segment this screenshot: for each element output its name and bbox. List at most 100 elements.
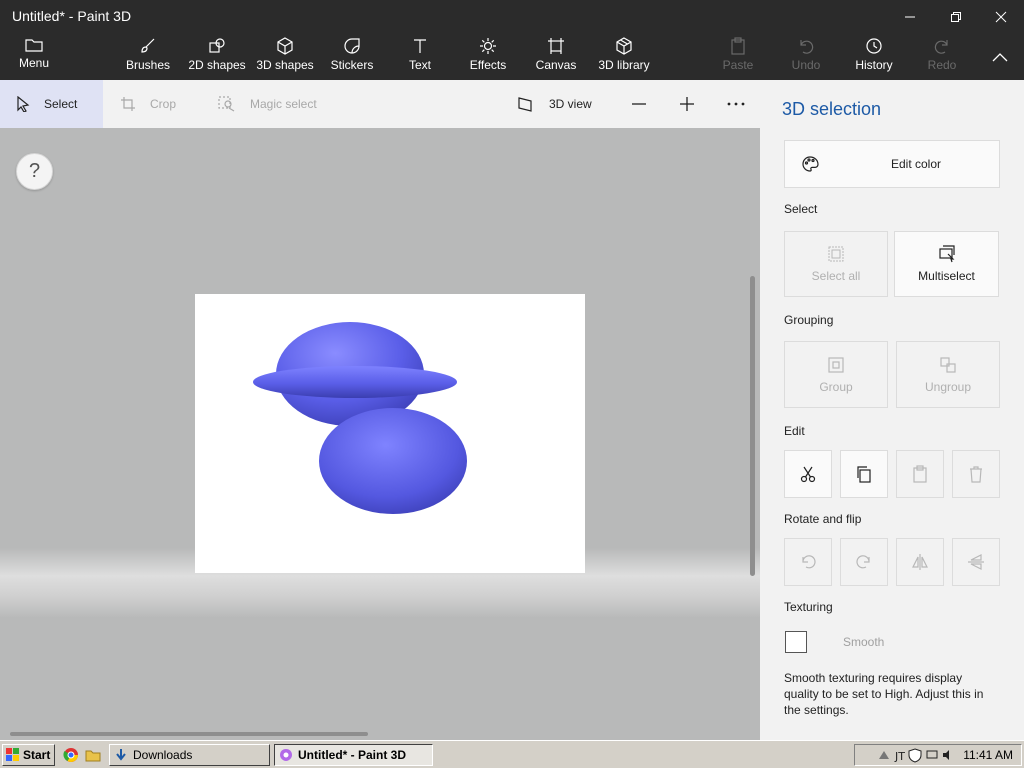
close-icon: [995, 11, 1007, 22]
select-all-icon: [828, 246, 844, 262]
grouping-section-heading: Grouping: [784, 313, 834, 327]
multiselect-icon: [938, 245, 955, 263]
brush-icon: [141, 38, 155, 53]
taskbar-downloads[interactable]: Downloads: [109, 744, 270, 766]
paint3d-app-icon: [280, 749, 292, 761]
ungroup-button[interactable]: Ungroup: [896, 341, 1000, 408]
group-button[interactable]: Group: [784, 341, 888, 408]
clock: 11:41 AM: [963, 748, 1013, 762]
undo-icon: [800, 40, 814, 54]
folder-icon: [25, 39, 43, 52]
paste-icon: [731, 37, 745, 55]
start-button[interactable]: Start: [2, 744, 55, 766]
zoom-in-button[interactable]: [678, 80, 696, 128]
delete-button[interactable]: [952, 450, 1000, 498]
text-icon: [414, 39, 426, 53]
history-button[interactable]: History: [850, 33, 898, 80]
vertical-scrollbar[interactable]: [750, 276, 755, 576]
minimize-icon: [905, 16, 915, 17]
brushes-button[interactable]: Brushes: [124, 33, 172, 80]
edit-color-button[interactable]: Edit color: [784, 140, 1000, 188]
canvas-icon: [548, 38, 564, 54]
torus-ring[interactable]: [253, 366, 457, 398]
magic-select-icon: [218, 96, 235, 112]
stickers-button[interactable]: Stickers: [328, 33, 376, 80]
close-button[interactable]: [978, 0, 1024, 33]
taskbar: Start Downloads Untitled* - Paint 3D JT …: [0, 740, 1024, 768]
chrome-quicklaunch-icon[interactable]: [63, 747, 79, 768]
undo-button[interactable]: Undo: [786, 33, 826, 80]
multiselect-button[interactable]: Multiselect: [894, 231, 999, 297]
ungroup-icon: [940, 356, 956, 373]
ribbon: Menu Brushes 2D shapes 3D shapes Sticker…: [0, 33, 1024, 80]
tool-bar: Select Crop Magic select 3D view: [0, 80, 760, 128]
rotate-right-icon: [856, 555, 870, 569]
select-section-heading: Select: [784, 202, 818, 216]
explorer-quicklaunch-icon[interactable]: [85, 747, 101, 768]
sticker-icon: [344, 38, 360, 54]
3d-selection-panel: 3D selection Edit color Select Select al…: [760, 80, 1024, 740]
select-tool[interactable]: Select: [0, 80, 103, 128]
3d-library-button[interactable]: 3D library: [595, 33, 653, 80]
menu-button[interactable]: Menu: [10, 33, 58, 80]
scissors-icon: [800, 466, 816, 483]
chevron-up-icon: [992, 52, 1008, 61]
2d-shapes-button[interactable]: 2D shapes: [186, 33, 248, 80]
svg-text:JT: JT: [894, 750, 905, 763]
3d-view-toggle[interactable]: 3D view: [517, 80, 592, 128]
crop-tool[interactable]: Crop: [120, 80, 176, 128]
copy-button[interactable]: [840, 450, 888, 498]
text-button[interactable]: Text: [400, 33, 440, 80]
3d-shapes-button[interactable]: 3D shapes: [255, 33, 315, 80]
panel-title: 3D selection: [782, 99, 882, 119]
cube-icon: [277, 37, 293, 55]
magic-select-tool[interactable]: Magic select: [218, 80, 317, 128]
rotate-right-button[interactable]: [840, 538, 888, 586]
bottom-sphere[interactable]: [319, 408, 467, 514]
paste-button[interactable]: Paste: [718, 33, 758, 80]
redo-icon: [934, 40, 948, 54]
rotate-left-icon: [802, 555, 816, 569]
more-options-button[interactable]: [726, 80, 746, 128]
rotate-left-button[interactable]: [784, 538, 832, 586]
canvas-button[interactable]: Canvas: [534, 33, 578, 80]
canvas-workspace[interactable]: ?: [0, 128, 760, 740]
title-bar: Untitled* - Paint 3D: [0, 0, 1024, 33]
windows-logo-icon: [6, 748, 19, 761]
tray-icons[interactable]: JT: [877, 747, 955, 763]
rotate-section-heading: Rotate and flip: [784, 512, 862, 526]
zoom-out-button[interactable]: [630, 80, 648, 128]
paste-icon: [913, 465, 927, 483]
select-all-button[interactable]: Select all: [784, 231, 888, 297]
taskbar-paint3d[interactable]: Untitled* - Paint 3D: [274, 744, 433, 766]
cursor-icon: [17, 96, 30, 112]
flip-horizontal-button[interactable]: [952, 538, 1000, 586]
effects-button[interactable]: Effects: [466, 33, 510, 80]
redo-button[interactable]: Redo: [922, 33, 962, 80]
paste-panel-button[interactable]: [896, 450, 944, 498]
drawing-canvas[interactable]: [195, 294, 585, 573]
smooth-checkbox[interactable]: [785, 631, 807, 653]
window-title: Untitled* - Paint 3D: [12, 8, 132, 24]
more-icon: [727, 102, 745, 106]
texturing-note: Smooth texturing requires display qualit…: [784, 671, 984, 717]
texturing-section-heading: Texturing: [784, 600, 833, 614]
restore-button[interactable]: [933, 0, 979, 33]
system-tray: JT 11:41 AM: [854, 744, 1022, 766]
3d-view-icon: [518, 97, 532, 112]
edit-section-heading: Edit: [784, 424, 805, 438]
help-button[interactable]: ?: [16, 153, 53, 190]
cut-button[interactable]: [784, 450, 832, 498]
trash-icon: [970, 466, 982, 483]
copy-icon: [857, 466, 871, 483]
horizontal-scrollbar[interactable]: [10, 732, 368, 736]
collapse-ribbon-button[interactable]: [985, 33, 1015, 80]
3d-library-icon: [616, 37, 632, 55]
minimize-button[interactable]: [887, 0, 933, 33]
palette-icon: [802, 156, 819, 172]
flip-vertical-button[interactable]: [896, 538, 944, 586]
smooth-label: Smooth: [843, 635, 885, 649]
download-arrow-icon: [116, 749, 126, 761]
group-icon: [828, 356, 844, 373]
3d-model-scene[interactable]: [195, 294, 585, 573]
